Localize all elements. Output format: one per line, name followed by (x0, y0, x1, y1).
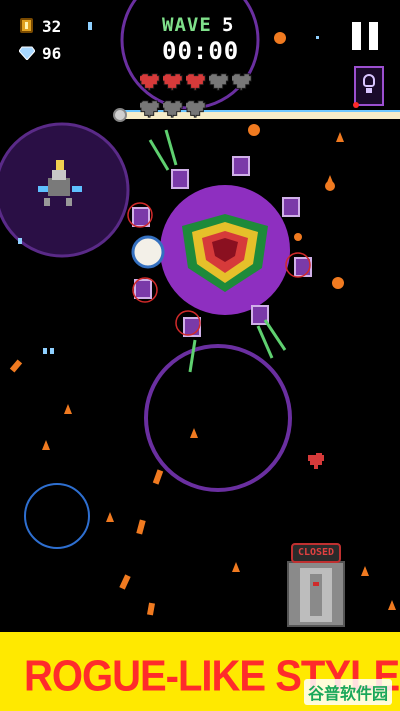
game-stage[interactable]: 32 96 WAVE 5 00:00 CLOSED ROGUE-LIKE STY… (0, 0, 400, 711)
gem-count: 96 (42, 44, 62, 63)
wave-timer: 00:00 (162, 37, 240, 65)
notification-dot (353, 102, 359, 108)
heart-empty-icon (232, 73, 252, 91)
laser-emitter (113, 108, 127, 122)
closed-chest (287, 561, 345, 627)
heart-empty-icon (209, 73, 229, 91)
boss-planet (160, 185, 290, 315)
coin-count: 32 (42, 17, 62, 36)
heart-empty-icon (186, 100, 206, 118)
heart-pickup (308, 453, 324, 469)
wave-ring-blue (24, 483, 90, 549)
gem-icon (19, 46, 35, 60)
lightbulb-base (366, 88, 372, 93)
wave-label: WAVE (162, 14, 212, 36)
pause-icon (369, 22, 378, 50)
heart-full-icon (186, 73, 206, 91)
heart-empty-icon (163, 100, 183, 118)
lightbulb-icon (363, 74, 375, 87)
pause-icon (352, 22, 361, 50)
heart-full-icon (140, 73, 160, 91)
coin-icon (20, 18, 33, 33)
closed-sign: CLOSED (291, 543, 341, 563)
heart-empty-icon (140, 100, 160, 118)
wave-ring-lower (144, 344, 292, 492)
health-hearts (140, 72, 265, 126)
watermark: 谷普软件园 (303, 679, 392, 705)
heart-full-icon (163, 73, 183, 91)
pause-button[interactable] (352, 22, 380, 50)
hint-button[interactable] (353, 66, 384, 108)
wave-number: 5 (222, 14, 234, 36)
orbit-satellite (131, 235, 165, 269)
